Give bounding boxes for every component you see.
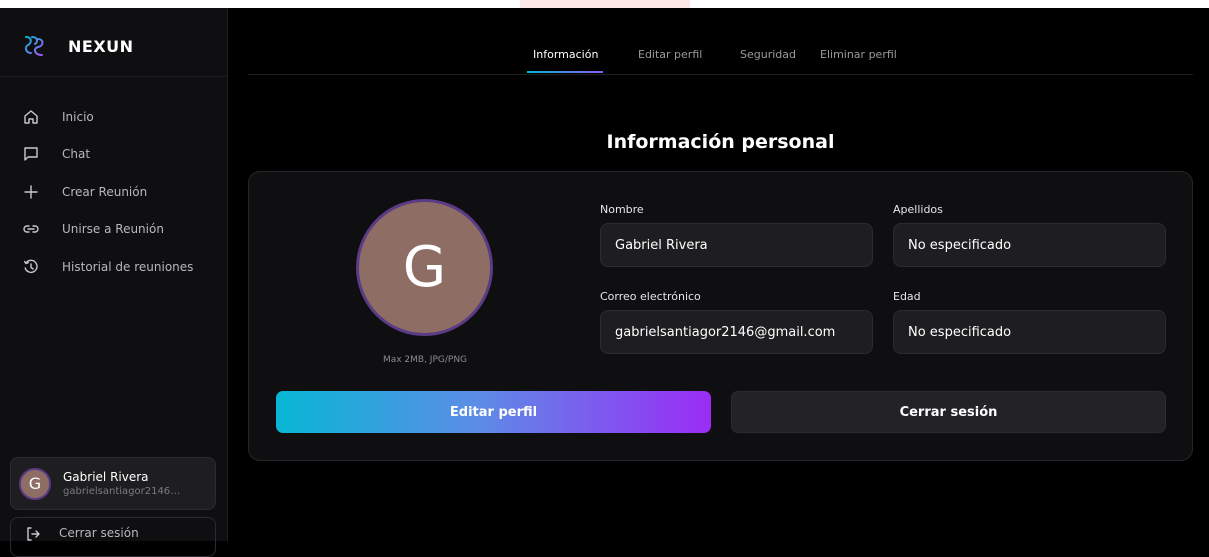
apellidos-value: No especificado bbox=[908, 237, 1012, 253]
profile-avatar[interactable]: G bbox=[356, 199, 493, 336]
sidebar-item-inicio[interactable]: Inicio bbox=[0, 98, 227, 136]
logout-icon bbox=[25, 526, 41, 546]
sidebar-item-unirse-reunion[interactable]: Unirse a Reunión bbox=[0, 211, 227, 249]
tab-editar-perfil[interactable]: Editar perfil bbox=[638, 48, 702, 61]
logout-button[interactable]: Cerrar sesión bbox=[731, 391, 1166, 433]
profile-tabs: Información Editar perfil Seguridad Elim… bbox=[248, 8, 1193, 75]
edad-label: Edad bbox=[893, 290, 921, 303]
apellidos-field: No especificado bbox=[893, 223, 1166, 267]
nombre-label: Nombre bbox=[600, 203, 644, 216]
top-strip-highlight bbox=[520, 0, 690, 8]
sidebar-item-label: Chat bbox=[62, 147, 91, 162]
avatar-upload-hint: Max 2MB, JPG/PNG bbox=[382, 355, 468, 365]
edad-field: No especificado bbox=[893, 310, 1166, 354]
brand[interactable]: NEXUN bbox=[22, 30, 134, 62]
edit-profile-button[interactable]: Editar perfil bbox=[276, 391, 711, 433]
nombre-field: Gabriel Rivera bbox=[600, 223, 873, 267]
tab-seguridad[interactable]: Seguridad bbox=[740, 48, 796, 61]
user-name: Gabriel Rivera bbox=[63, 470, 149, 484]
link-icon bbox=[22, 220, 40, 238]
sidebar-item-crear-reunion[interactable]: Crear Reunión bbox=[0, 173, 227, 211]
tabs-divider bbox=[248, 74, 1193, 75]
tab-informacion[interactable]: Información bbox=[533, 48, 598, 61]
sidebar-logout-label: Cerrar sesión bbox=[59, 526, 139, 540]
home-icon bbox=[22, 108, 40, 126]
plus-icon bbox=[22, 183, 40, 201]
logout-label: Cerrar sesión bbox=[899, 404, 998, 420]
user-card[interactable]: G Gabriel Rivera gabrielsantiagor2146@gm… bbox=[10, 457, 216, 510]
tab-eliminar-perfil[interactable]: Eliminar perfil bbox=[820, 48, 897, 61]
user-info: Gabriel Rivera gabrielsantiagor2146@gmai… bbox=[63, 470, 183, 497]
sidebar-nav: Inicio Chat Crear Reunión Unirse a Reuni… bbox=[0, 98, 227, 286]
nombre-value: Gabriel Rivera bbox=[615, 237, 708, 253]
sidebar-divider bbox=[0, 76, 227, 77]
sidebar-item-chat[interactable]: Chat bbox=[0, 136, 227, 174]
history-icon bbox=[22, 258, 40, 276]
sidebar-item-label: Crear Reunión bbox=[62, 184, 148, 199]
sidebar-item-label: Historial de reuniones bbox=[62, 259, 194, 274]
edad-value: No especificado bbox=[908, 324, 1012, 340]
sidebar-item-label: Inicio bbox=[62, 109, 94, 124]
correo-field: gabrielsantiagor2146@gmail.com bbox=[600, 310, 873, 354]
sidebar-item-historial[interactable]: Historial de reuniones bbox=[0, 248, 227, 286]
sidebar: NEXUN Inicio Chat Crear Reunión Unirse a… bbox=[0, 8, 228, 557]
sidebar-logout-button[interactable]: Cerrar sesión bbox=[10, 517, 216, 557]
page-title: Información personal bbox=[606, 130, 835, 153]
app-name: NEXUN bbox=[68, 36, 134, 56]
sidebar-item-label: Unirse a Reunión bbox=[62, 222, 164, 237]
apellidos-label: Apellidos bbox=[893, 203, 943, 216]
active-tab-indicator bbox=[527, 71, 603, 73]
user-email: gabrielsantiagor2146@gmail.com bbox=[63, 486, 183, 497]
profile-card: G Max 2MB, JPG/PNG Nombre Gabriel Rivera… bbox=[248, 171, 1193, 461]
nexun-logo-icon bbox=[24, 36, 44, 56]
avatar: G bbox=[19, 467, 51, 500]
chat-icon bbox=[22, 145, 40, 163]
avatar-initial: G bbox=[402, 234, 447, 300]
top-strip bbox=[0, 0, 1209, 8]
correo-value: gabrielsantiagor2146@gmail.com bbox=[615, 324, 836, 340]
correo-label: Correo electrónico bbox=[600, 290, 701, 303]
edit-profile-label: Editar perfil bbox=[449, 404, 538, 420]
